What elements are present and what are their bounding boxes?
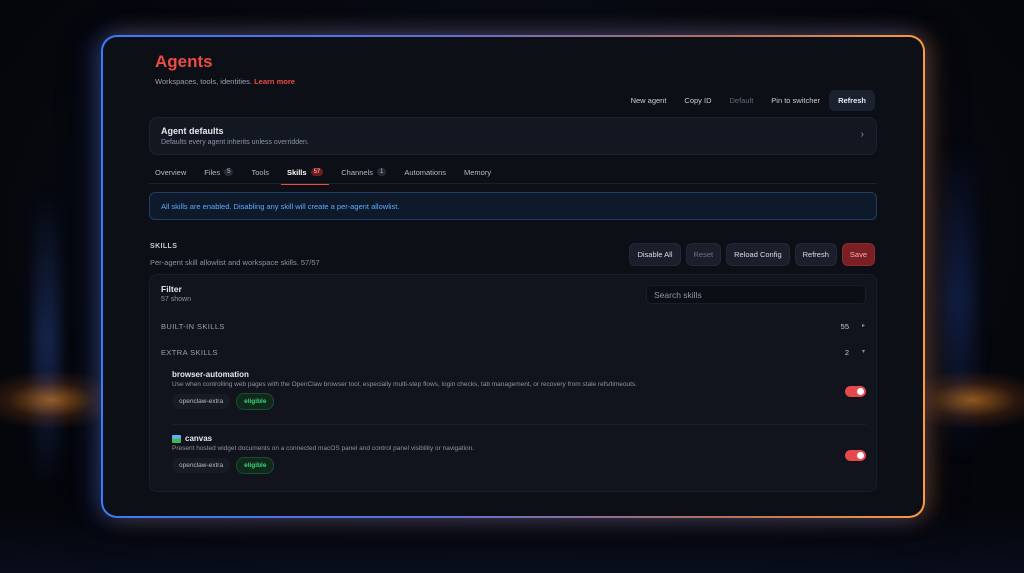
page-title: Agents <box>155 52 213 71</box>
skill-item: browser-automation Use when controlling … <box>172 370 866 410</box>
agent-tabs: Overview Files 5 Tools Skills 57 Channel… <box>149 160 503 185</box>
skill-divider <box>172 424 866 425</box>
group-label: BUILT-IN SKILLS <box>161 322 225 331</box>
tab-count-badge: 5 <box>224 168 234 176</box>
skills-section-title: SKILLS <box>150 243 178 250</box>
tab-label: Tools <box>251 167 269 177</box>
info-banner: All skills are enabled. Disabling any sk… <box>149 192 877 220</box>
disable-all-button[interactable]: Disable All <box>629 243 681 266</box>
skill-name: canvas <box>172 434 866 443</box>
page-subtitle: Workspaces, tools, identities. Learn mor… <box>155 77 295 86</box>
tab-files[interactable]: Files 5 <box>198 160 239 184</box>
tab-channels[interactable]: Channels 1 <box>335 160 392 184</box>
chevron-right-icon: › <box>860 129 864 140</box>
info-banner-text: All skills are enabled. Disabling any sk… <box>161 202 400 211</box>
tab-memory[interactable]: Memory <box>458 160 497 184</box>
image-icon <box>172 434 181 443</box>
extra-skills-group[interactable]: EXTRA SKILLS 2 ▾ <box>150 343 878 363</box>
copy-id-button[interactable]: Copy ID <box>675 90 720 111</box>
status-badge: eligible <box>236 393 275 410</box>
new-agent-button[interactable]: New agent <box>622 90 676 111</box>
tab-skills[interactable]: Skills 57 <box>280 160 330 185</box>
learn-more-link[interactable]: Learn more <box>254 77 295 86</box>
skill-item: canvas Present hosted widget documents o… <box>172 434 866 474</box>
tab-label: Channels <box>341 167 373 177</box>
skill-name: browser-automation <box>172 370 866 379</box>
group-count: 2 <box>844 348 849 357</box>
tabs-divider <box>149 183 877 184</box>
skill-name-text: canvas <box>185 434 213 443</box>
tab-count-badge: 57 <box>310 168 324 176</box>
agent-defaults-card[interactable]: Agent defaults Defaults every agent inhe… <box>149 117 877 155</box>
skill-tags: openclaw-extra eligible <box>172 457 866 474</box>
tab-label: Skills <box>286 167 307 177</box>
search-skills-input[interactable] <box>646 285 866 304</box>
refresh-skills-button[interactable]: Refresh <box>794 243 837 266</box>
filter-title: Filter <box>161 284 182 294</box>
tab-label: Automations <box>404 167 447 177</box>
filter-count: 57 shown <box>161 296 191 303</box>
tab-label: Overview <box>155 167 187 177</box>
status-badge: eligible <box>236 457 275 474</box>
tab-tools[interactable]: Tools <box>245 160 275 184</box>
caret-down-icon: ▾ <box>861 349 865 355</box>
reload-config-button[interactable]: Reload Config <box>726 243 790 266</box>
caret-right-icon: ▸ <box>861 323 865 329</box>
skill-enabled-toggle[interactable] <box>845 386 866 397</box>
agent-defaults-subtitle: Defaults every agent inherits unless ove… <box>161 139 309 146</box>
skill-description: Use when controlling web pages with the … <box>172 381 637 388</box>
group-label: EXTRA SKILLS <box>161 348 218 357</box>
skills-section-subtitle: Per-agent skill allowlist and workspace … <box>150 258 320 267</box>
builtin-skills-group[interactable]: BUILT-IN SKILLS 55 ▸ <box>150 317 878 337</box>
tab-label: Memory <box>464 167 492 177</box>
agent-defaults-title: Agent defaults <box>161 126 224 136</box>
agent-toolbar: New agent Copy ID Default Pin to switche… <box>622 90 875 111</box>
source-badge: openclaw-extra <box>172 394 231 409</box>
skill-name-text: browser-automation <box>172 370 249 379</box>
tab-overview[interactable]: Overview <box>149 160 192 184</box>
tab-automations[interactable]: Automations <box>398 160 452 184</box>
tab-label: Files <box>204 167 221 177</box>
reset-button[interactable]: Reset <box>685 243 722 266</box>
tab-count-badge: 1 <box>376 168 387 176</box>
skills-actions: Disable All Reset Reload Config Refresh … <box>629 243 875 266</box>
skill-enabled-toggle[interactable] <box>845 450 866 461</box>
save-button[interactable]: Save <box>841 243 875 266</box>
source-badge: openclaw-extra <box>172 458 231 473</box>
skills-panel: Filter 57 shown BUILT-IN SKILLS 55 ▸ EXT… <box>149 274 877 492</box>
app-window: Agents Workspaces, tools, identities. Le… <box>101 35 925 518</box>
pin-to-switcher-button[interactable]: Pin to switcher <box>762 90 829 111</box>
page-subtitle-text: Workspaces, tools, identities. <box>155 77 252 86</box>
group-count: 55 <box>840 322 849 331</box>
skill-description: Present hosted widget documents on a con… <box>172 445 475 452</box>
background-light-left <box>34 190 60 490</box>
skill-tags: openclaw-extra eligible <box>172 393 866 410</box>
default-button[interactable]: Default <box>721 90 763 111</box>
refresh-agents-button[interactable]: Refresh <box>829 90 875 111</box>
